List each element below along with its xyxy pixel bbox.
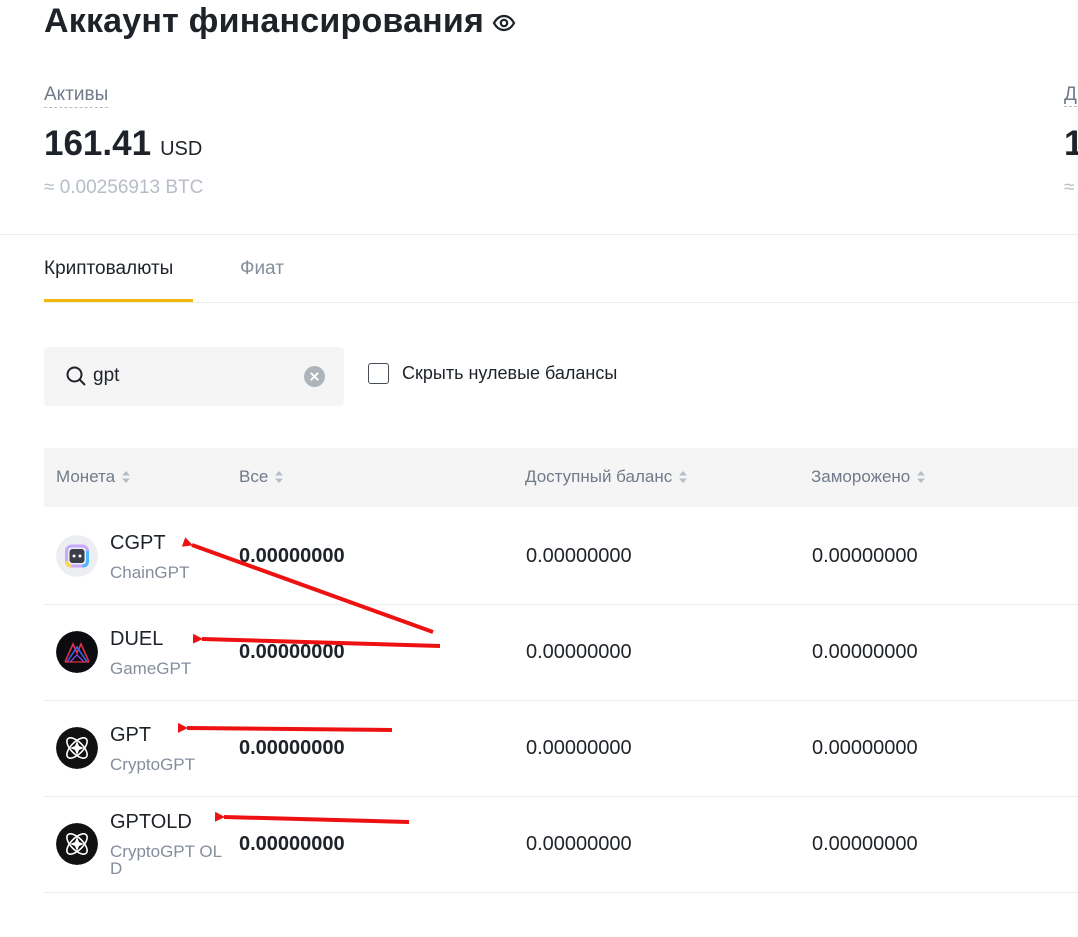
right-panel-label[interactable]: Д [1064,84,1077,107]
tabs-divider [44,302,1078,303]
cryptogpt-logo [56,727,98,769]
sort-icon [679,471,688,483]
column-header-total[interactable]: Все [239,467,284,487]
cell-available: 0.00000000 [526,641,632,663]
right-panel-value: 1 [1064,124,1078,163]
coin-symbol: GPT [110,724,152,746]
table-row[interactable]: GPTOLD CryptoGPT OLD 0.00000000 0.000000… [44,796,1078,893]
sort-icon [122,471,131,483]
cell-total: 0.00000000 [239,833,345,855]
coin-name: GameGPT [110,659,192,678]
hide-zero-balances-toggle[interactable]: Скрыть нулевые балансы [368,363,617,384]
search-icon [66,366,86,386]
table-header: Монета Все Доступный баланс Заморожено [44,448,1078,507]
coin-name: CryptoGPT OLD [110,842,223,878]
coin-name: ChainGPT [110,563,190,582]
assets-amount: 161.41 [44,124,152,163]
assets-value: 161.41 USD [44,124,202,164]
chaingpt-logo [56,535,98,577]
cell-frozen: 0.00000000 [812,737,918,759]
column-header-label: Доступный баланс [525,467,673,486]
column-header-coin[interactable]: Монета [56,467,131,487]
page-title: Аккаунт финансирования [44,2,516,41]
cell-total: 0.00000000 [239,737,345,759]
cell-frozen: 0.00000000 [812,545,918,567]
hide-zero-label: Скрыть нулевые балансы [402,363,618,383]
cell-frozen: 0.00000000 [812,641,918,663]
hide-zero-checkbox[interactable] [368,363,389,384]
cryptogpt-logo [56,823,98,865]
sort-icon [917,471,926,483]
page-title-text: Аккаунт финансирования [44,2,485,40]
gamegpt-logo [56,631,98,673]
tab-fiat[interactable]: Фиат [240,258,284,280]
search-box[interactable] [44,347,344,406]
cell-total: 0.00000000 [239,545,345,567]
cell-available: 0.00000000 [526,545,632,567]
assets-label[interactable]: Активы [44,84,109,108]
coin-symbol: CGPT [110,532,166,554]
column-header-label: Все [239,467,269,486]
cell-total: 0.00000000 [239,641,345,663]
sort-icon [275,471,284,483]
cell-available: 0.00000000 [526,833,632,855]
column-header-label: Монета [56,467,116,486]
table-row[interactable]: DUEL GameGPT 0.00000000 0.00000000 0.000… [44,604,1078,701]
column-header-available[interactable]: Доступный баланс [525,467,688,487]
right-panel-approx: ≈ [1064,177,1075,198]
assets-currency: USD [160,138,203,160]
cell-frozen: 0.00000000 [812,833,918,855]
clear-icon[interactable] [304,366,325,387]
column-header-label: Заморожено [811,467,911,486]
eye-icon[interactable] [492,11,516,35]
table-row[interactable]: GPT CryptoGPT 0.00000000 0.00000000 0.00… [44,700,1078,797]
coin-symbol: DUEL [110,628,164,650]
tab-crypto[interactable]: Криптовалюты [44,258,173,280]
coin-symbol: GPTOLD [110,811,192,833]
column-header-frozen[interactable]: Заморожено [811,467,926,487]
cell-available: 0.00000000 [526,737,632,759]
coin-name: CryptoGPT [110,755,196,774]
section-divider [0,234,1078,235]
table-row[interactable]: CGPT ChainGPT 0.00000000 0.00000000 0.00… [44,508,1078,605]
assets-btc-equivalent: ≈ 0.00256913 BTC [44,177,204,198]
search-input[interactable] [93,362,293,390]
